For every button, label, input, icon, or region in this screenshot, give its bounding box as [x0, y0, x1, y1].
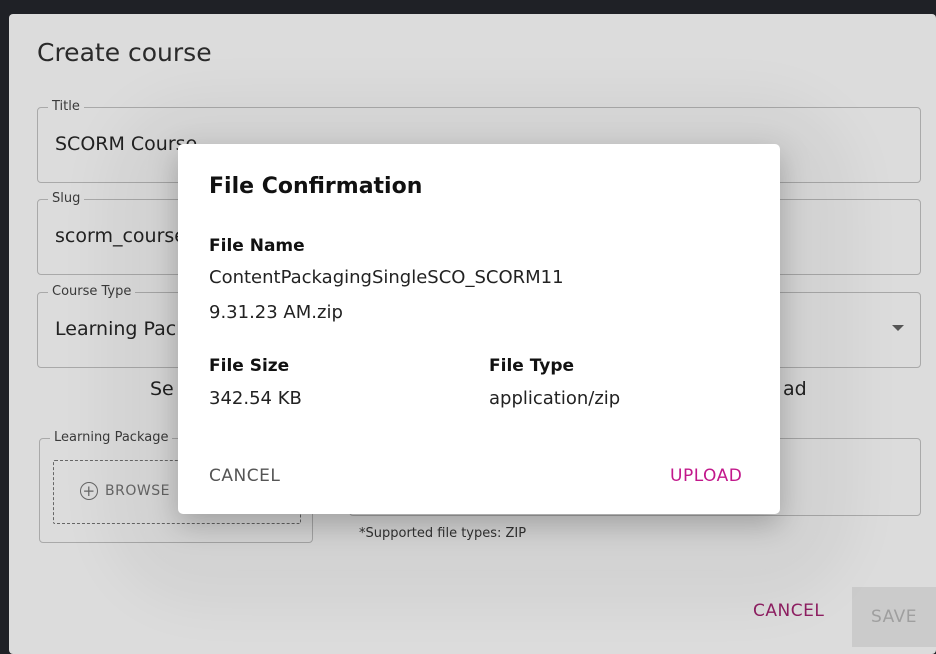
file-size-label: File Size	[209, 356, 290, 376]
chevron-down-icon[interactable]	[892, 325, 904, 331]
file-name-value-line1: ContentPackagingSingleSCO_SCORM11	[209, 267, 564, 288]
file-type-label: File Type	[489, 356, 575, 376]
title-field-label: Title	[48, 99, 84, 115]
add-circle-icon: +	[80, 482, 98, 500]
file-name-label: File Name	[209, 236, 305, 256]
file-confirmation-modal: File Confirmation File Name ContentPacka…	[178, 144, 780, 514]
slug-field-label: Slug	[48, 191, 85, 207]
file-size-value: 342.54 KB	[209, 388, 302, 409]
modal-title: File Confirmation	[209, 174, 423, 199]
course-type-label: Course Type	[48, 284, 136, 300]
file-name-value-line2: 9.31.23 AM.zip	[209, 302, 343, 323]
upload-button[interactable]: UPLOAD	[670, 466, 742, 486]
cancel-button[interactable]: CANCEL	[753, 601, 824, 621]
modal-cancel-button[interactable]: CANCEL	[209, 466, 280, 486]
file-type-value: application/zip	[489, 388, 621, 409]
save-button[interactable]: SAVE	[852, 587, 936, 647]
dialog-title: Create course	[37, 38, 212, 67]
